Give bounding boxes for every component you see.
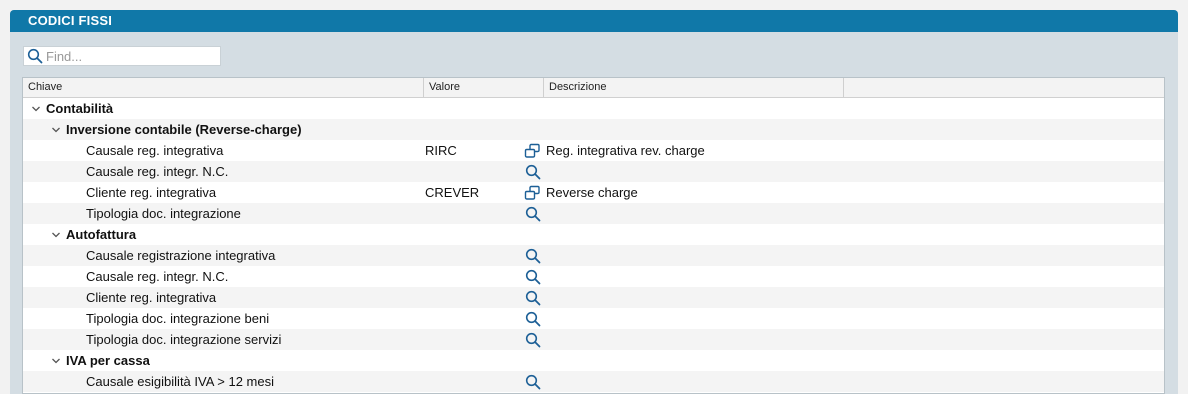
table-row[interactable]: Causale esigibilità IVA > 12 mesi <box>23 371 1164 392</box>
row-key: Causale reg. integr. N.C. <box>86 164 229 179</box>
chevron-down-icon[interactable] <box>50 224 62 245</box>
window-title: CODICI FISSI <box>10 10 1178 32</box>
table-row[interactable]: Tipologia doc. integrazione beni <box>23 308 1164 329</box>
codici-fissi-window: CODICI FISSI Chiave Valore Descrizione C… <box>10 10 1178 394</box>
search-box[interactable] <box>23 46 221 66</box>
search-icon[interactable] <box>524 310 541 327</box>
row-key: Tipologia doc. integrazione servizi <box>86 332 282 347</box>
search-icon[interactable] <box>524 289 541 306</box>
table-row[interactable]: Tipologia doc. integrazione <box>23 203 1164 224</box>
table-row[interactable]: Causale reg. integr. N.C. <box>23 266 1164 287</box>
table-row[interactable]: Causale reg. integr. N.C. <box>23 161 1164 182</box>
open-window-icon[interactable] <box>524 142 541 159</box>
table-row[interactable]: Tipologia doc. integrazione servizi <box>23 329 1164 350</box>
search-icon[interactable] <box>524 205 541 222</box>
row-key: Causale registrazione integrativa <box>86 248 276 263</box>
chevron-down-icon[interactable] <box>30 98 42 119</box>
table-row[interactable]: Causale reg. integrativa RIRC Reg. integra… <box>23 140 1164 161</box>
table-body: Contabilità Inversione contabile (Reverse… <box>23 98 1164 392</box>
row-description: Reverse charge <box>546 185 638 200</box>
row-key: Inversione contabile (Reverse-charge) <box>66 122 302 137</box>
column-header-valore[interactable]: Valore <box>424 78 544 97</box>
table-row[interactable]: Causale registrazione integrativa <box>23 245 1164 266</box>
row-description: Reg. integrativa rev. charge <box>546 143 705 158</box>
open-window-icon[interactable] <box>524 184 541 201</box>
column-header-descrizione[interactable]: Descrizione <box>544 78 844 97</box>
row-key: Autofattura <box>66 227 137 242</box>
column-header-chiave[interactable]: Chiave <box>23 78 424 97</box>
tree-group-row[interactable]: IVA per cassa <box>23 350 1164 371</box>
search-icon[interactable] <box>524 163 541 180</box>
tree-group-row[interactable]: Contabilità <box>23 98 1164 119</box>
row-key: Tipologia doc. integrazione beni <box>86 311 270 326</box>
row-key: Causale esigibilità IVA > 12 mesi <box>86 374 274 389</box>
search-icon[interactable] <box>524 268 541 285</box>
row-key: IVA per cassa <box>66 353 150 368</box>
search-icon[interactable] <box>26 47 44 65</box>
search-icon[interactable] <box>524 331 541 348</box>
tree-group-row[interactable]: Inversione contabile (Reverse-charge) <box>23 119 1164 140</box>
search-input[interactable] <box>46 48 216 64</box>
search-icon[interactable] <box>524 247 541 264</box>
row-key: Tipologia doc. integrazione <box>86 206 241 221</box>
search-icon[interactable] <box>524 373 541 390</box>
codici-table: Chiave Valore Descrizione Contabilità Inv… <box>22 77 1165 394</box>
table-row[interactable]: Cliente reg. integrativa <box>23 287 1164 308</box>
row-key: Cliente reg. integrativa <box>86 185 217 200</box>
row-key: Causale reg. integr. N.C. <box>86 269 229 284</box>
row-key: Cliente reg. integrativa <box>86 290 217 305</box>
row-value[interactable]: RIRC <box>425 140 457 161</box>
row-value[interactable]: CREVER <box>425 182 479 203</box>
tree-group-row[interactable]: Autofattura <box>23 224 1164 245</box>
row-key: Causale reg. integrativa <box>86 143 224 158</box>
chevron-down-icon[interactable] <box>50 350 62 371</box>
table-row[interactable]: Cliente reg. integrativa CREVER Reverse ch… <box>23 182 1164 203</box>
table-header: Chiave Valore Descrizione <box>23 78 1164 98</box>
row-key: Contabilità <box>46 101 114 116</box>
chevron-down-icon[interactable] <box>50 119 62 140</box>
